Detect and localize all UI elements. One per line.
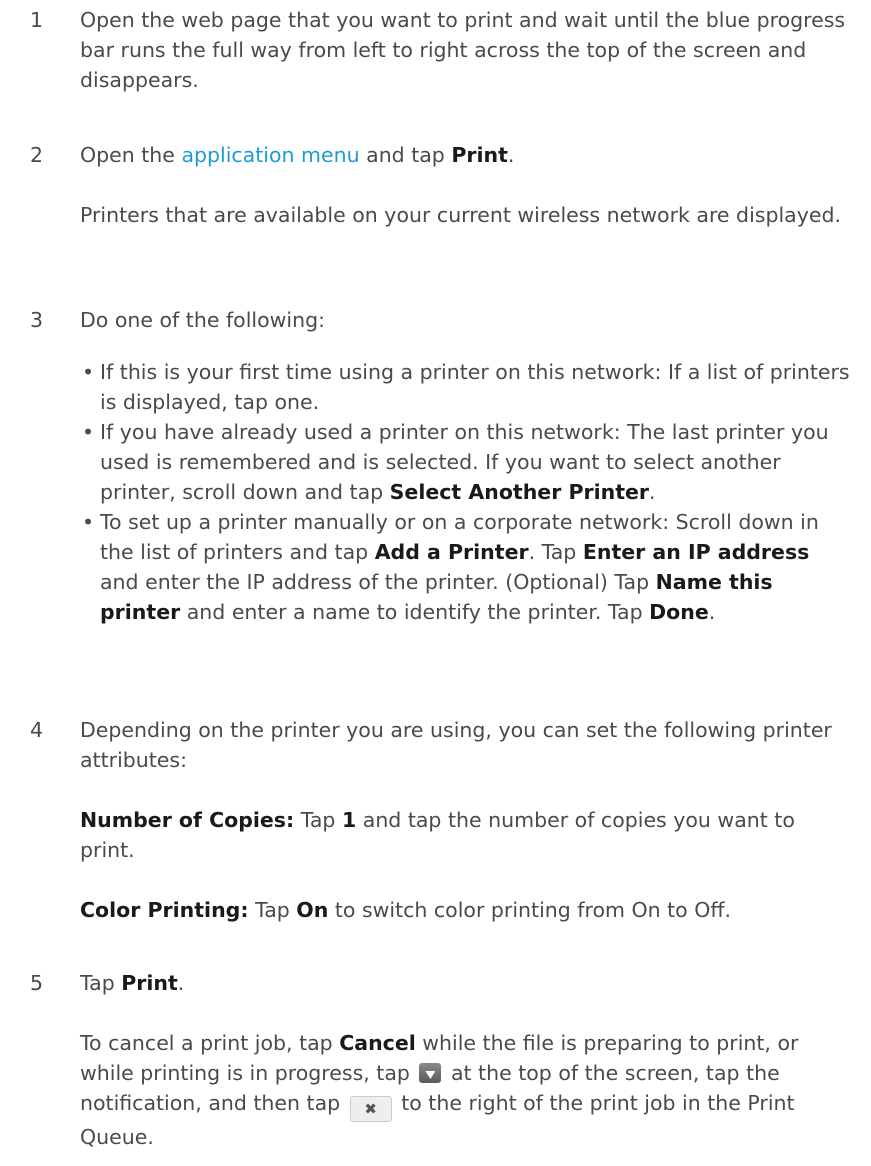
close-x-icon: ✖ bbox=[349, 1096, 392, 1122]
step-note: Printers that are available on your curr… bbox=[80, 203, 841, 227]
step-number: 4 bbox=[30, 718, 44, 742]
step-number: 5 bbox=[30, 971, 44, 995]
options-list: If this is your first time using a print… bbox=[80, 357, 850, 627]
list-item: If you have already used a printer on th… bbox=[80, 417, 850, 507]
step-text: Depending on the printer you are using, … bbox=[80, 718, 832, 772]
step-number: 1 bbox=[30, 8, 44, 32]
color-attribute: Color Printing: Tap On to switch color p… bbox=[80, 898, 732, 922]
step-number: 3 bbox=[30, 308, 44, 332]
list-item: If this is your first time using a print… bbox=[80, 357, 850, 417]
cancel-instructions: To cancel a print job, tap Cancel while … bbox=[80, 1031, 799, 1149]
list-item: To set up a printer manually or on a cor… bbox=[80, 507, 850, 627]
print-term: Print bbox=[451, 143, 508, 167]
copies-attribute: Number of Copies: Tap 1 and tap the numb… bbox=[80, 808, 795, 862]
step-text: Do one of the following: bbox=[80, 308, 326, 332]
step-text: Tap Print. bbox=[80, 971, 185, 995]
printer-notification-icon bbox=[419, 1063, 442, 1083]
instructions-document: 1 Open the web page that you want to pri… bbox=[0, 0, 871, 1166]
application-menu-link[interactable]: application menu bbox=[181, 143, 359, 167]
step-number: 2 bbox=[30, 143, 44, 167]
step-text: Open the application menu and tap Print. bbox=[80, 143, 515, 167]
step-text: Open the web page that you want to print… bbox=[80, 8, 846, 92]
